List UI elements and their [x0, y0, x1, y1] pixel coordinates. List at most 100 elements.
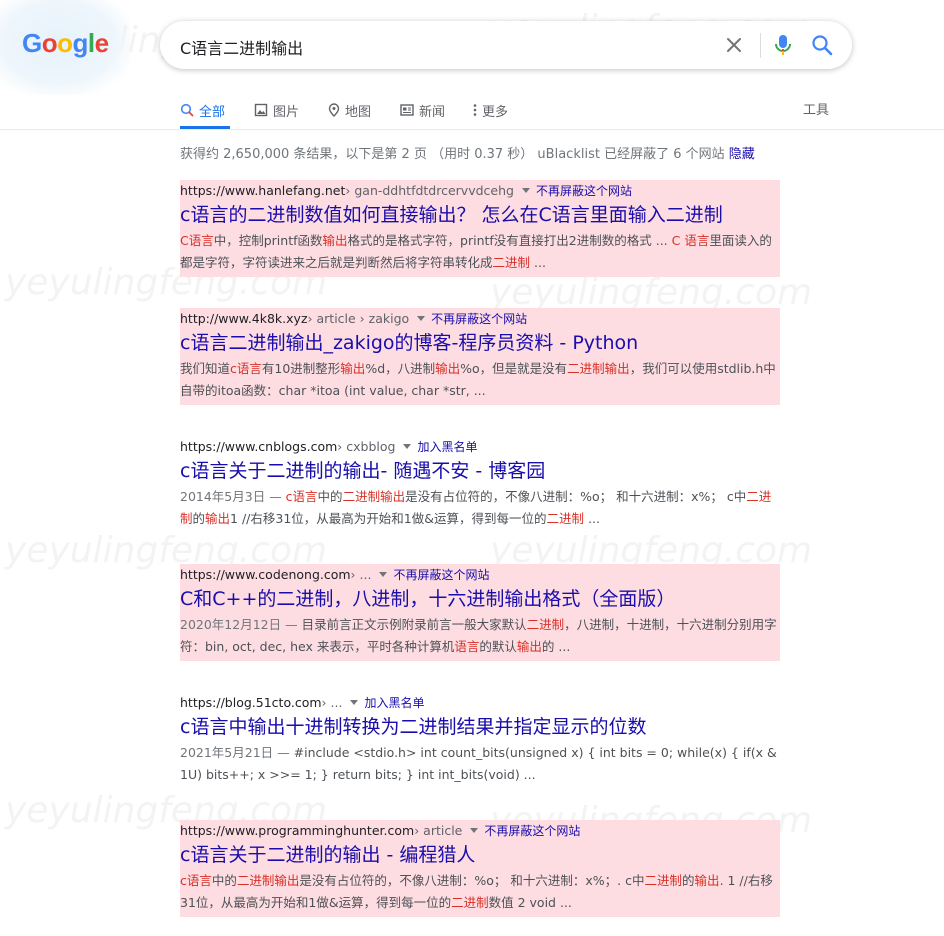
result-domain[interactable]: https://www.cnblogs.com: [180, 439, 337, 454]
snippet-text: 的: [682, 873, 695, 888]
result-snippet: 2020年12月12日 — 目录前言正文示例附录前言一般大家默认二进制，八进制，…: [180, 614, 780, 658]
result-snippet: C语言中，控制printf函数输出格式的是格式字符，printf没有直接打出2进…: [180, 230, 780, 274]
keyword-highlight: C语言: [180, 233, 214, 248]
tab-label: 地图: [345, 104, 372, 120]
tab-maps[interactable]: 地图: [328, 99, 371, 121]
add-blacklist-link[interactable]: 加入黑名单: [364, 694, 424, 711]
snippet-text: 的: [192, 511, 206, 526]
search-divider: [760, 33, 761, 58]
result-url[interactable]: https://www.programminghunter.com › arti…: [180, 820, 780, 840]
tab-label: 更多: [482, 104, 509, 120]
keyword-highlight: c语言: [285, 489, 318, 504]
keyword-highlight: 语言: [454, 639, 480, 654]
search-input[interactable]: C语言二进制输出: [180, 35, 303, 59]
tab-label: 全部: [199, 104, 226, 120]
search-result: http://www.4k8k.xyz › article › zakigo 不再…: [180, 308, 780, 405]
snippet-text: 数值 2 void ...: [488, 895, 572, 910]
result-url[interactable]: https://blog.51cto.com › ... 加入黑名单: [180, 692, 780, 712]
snippet-text: 的 ...: [541, 639, 571, 654]
dropdown-arrow-icon[interactable]: [520, 184, 532, 196]
result-title[interactable]: c语言关于二进制的输出- 随遇不安 - 博客园: [180, 458, 780, 484]
result-snippet: 我们知道c语言有10进制整形输出%d，八进制输出%o，但是就是没有二进制输出，我…: [180, 358, 780, 402]
result-title[interactable]: C和C++的二进制，八进制，十六进制输出格式（全面版）: [180, 586, 780, 612]
keyword-highlight: 二进制: [546, 511, 585, 526]
snippet-text: 是没有占位符的，不像八进制：%o； 和十六进制：x%；. c中: [299, 873, 645, 888]
dropdown-arrow-icon[interactable]: [468, 824, 480, 836]
result-domain[interactable]: https://www.codenong.com: [180, 567, 351, 582]
dropdown-arrow-icon[interactable]: [348, 696, 360, 708]
snippet-text: ...: [530, 255, 546, 270]
tab-label: 新闻: [419, 104, 446, 120]
tools-button[interactable]: 工具: [803, 99, 829, 118]
keyword-highlight: 二进制输出: [236, 873, 300, 888]
result-title[interactable]: c语言中输出十进制转换为二进制结果并指定显示的位数: [180, 714, 780, 740]
snippet-text: 1 //右移31位，从最高为开始和1做&运算，得到每一位的: [230, 511, 547, 526]
snippet-text: 有10进制整形: [261, 361, 341, 376]
result-url[interactable]: https://www.codenong.com › ... 不再屏蔽这个网站: [180, 564, 780, 584]
logo-text: Google: [22, 28, 109, 58]
unblock-site-link[interactable]: 不再屏蔽这个网站: [431, 310, 527, 327]
unblock-site-link[interactable]: 不再屏蔽这个网站: [484, 822, 580, 839]
dropdown-arrow-icon[interactable]: [377, 568, 389, 580]
unblock-site-link[interactable]: 不再屏蔽这个网站: [536, 182, 632, 199]
search-bar[interactable]: C语言二进制输出: [160, 21, 852, 69]
snippet-text: 中的: [317, 489, 343, 504]
snippet-text: ...: [584, 511, 600, 526]
result-url[interactable]: https://www.hanlefang.net › gan-ddhtfdtd…: [180, 180, 780, 200]
snippet-text: 我们知道: [180, 361, 231, 376]
snippet-text: 格式的是格式字符，printf没有直接打出2进制数的格式 ...: [347, 233, 672, 248]
result-date: 2021年5月21日 —: [180, 745, 294, 760]
keyword-highlight: 二进制输出: [567, 361, 630, 376]
keyword-highlight: C 语言: [671, 233, 710, 248]
search-icon[interactable]: [810, 33, 834, 57]
result-domain[interactable]: https://www.programminghunter.com: [180, 823, 414, 838]
dropdown-arrow-icon[interactable]: [401, 440, 413, 452]
tab-images[interactable]: 图片: [254, 99, 299, 121]
keyword-highlight: 输出: [205, 511, 231, 526]
keyword-highlight: 输出: [322, 233, 348, 248]
add-blacklist-link[interactable]: 加入黑名单: [417, 438, 477, 455]
snippet-text: 中，控制printf函数: [213, 233, 323, 248]
snippet-text: 目录前言正文示例附录前言一般大家默认: [301, 617, 527, 632]
result-url[interactable]: http://www.4k8k.xyz › article › zakigo 不再…: [180, 308, 780, 328]
snippet-text: 的默认: [479, 639, 517, 654]
result-breadcrumb: › article › zakigo: [307, 310, 410, 326]
keyword-highlight: 输出: [694, 873, 720, 888]
keyword-highlight: 输出: [516, 639, 542, 654]
clear-icon[interactable]: [722, 33, 746, 57]
tab-all[interactable]: 全部: [180, 99, 225, 121]
search-result: https://www.programminghunter.com › arti…: [180, 820, 780, 917]
result-domain[interactable]: http://www.4k8k.xyz: [180, 311, 308, 326]
result-date: 2014年5月3日 —: [180, 489, 286, 504]
result-snippet: 2014年5月3日 — c语言中的二进制输出是没有占位符的，不像八进制：%o； …: [180, 486, 780, 530]
search-result: https://www.cnblogs.com › cxbblog 加入黑名单 c语…: [180, 436, 780, 533]
news-icon: [400, 104, 414, 116]
snippet-text: 是没有占位符的，不像八进制：%o； 和十六进制：x%； c中: [405, 489, 747, 504]
snippet-text: 中的: [211, 873, 237, 888]
result-url[interactable]: https://www.cnblogs.com › cxbblog 加入黑名单: [180, 436, 780, 456]
unblock-site-link[interactable]: 不再屏蔽这个网站: [393, 566, 489, 583]
result-title[interactable]: c语言关于二进制的输出 - 编程猎人: [180, 842, 780, 868]
keyword-highlight: 二进制: [644, 873, 683, 888]
keyword-highlight: 二进制: [492, 255, 531, 270]
tab-more[interactable]: 更多: [473, 99, 508, 121]
result-title[interactable]: c语言的二进制数值如何直接输出？ 怎么在C语言里面输入二进制: [180, 202, 780, 228]
keyword-highlight: 二进制: [526, 617, 565, 632]
hide-link[interactable]: 隐藏: [729, 147, 755, 162]
tab-news[interactable]: 新闻: [400, 99, 445, 121]
result-breadcrumb: › cxbblog: [337, 438, 396, 454]
keyword-highlight: c语言: [230, 361, 262, 376]
result-domain[interactable]: https://blog.51cto.com: [180, 695, 322, 710]
keyword-highlight: 二进制输出: [342, 489, 406, 504]
keyword-highlight: 输出: [435, 361, 461, 376]
dropdown-arrow-icon[interactable]: [415, 312, 427, 324]
search-icon: [180, 103, 194, 117]
snippet-text: %o，但是就是没有: [460, 361, 568, 376]
result-title[interactable]: c语言二进制输出_zakigo的博客-程序员资料 - Python: [180, 330, 780, 356]
result-snippet: c语言中的二进制输出是没有占位符的，不像八进制：%o； 和十六进制：x%；. c…: [180, 870, 780, 914]
microphone-icon[interactable]: [771, 33, 795, 57]
google-doodle-logo[interactable]: Google: [0, 0, 130, 95]
result-domain[interactable]: https://www.hanlefang.net: [180, 183, 345, 198]
keyword-highlight: 输出: [340, 361, 366, 376]
snippet-text: %d，八进制: [365, 361, 436, 376]
